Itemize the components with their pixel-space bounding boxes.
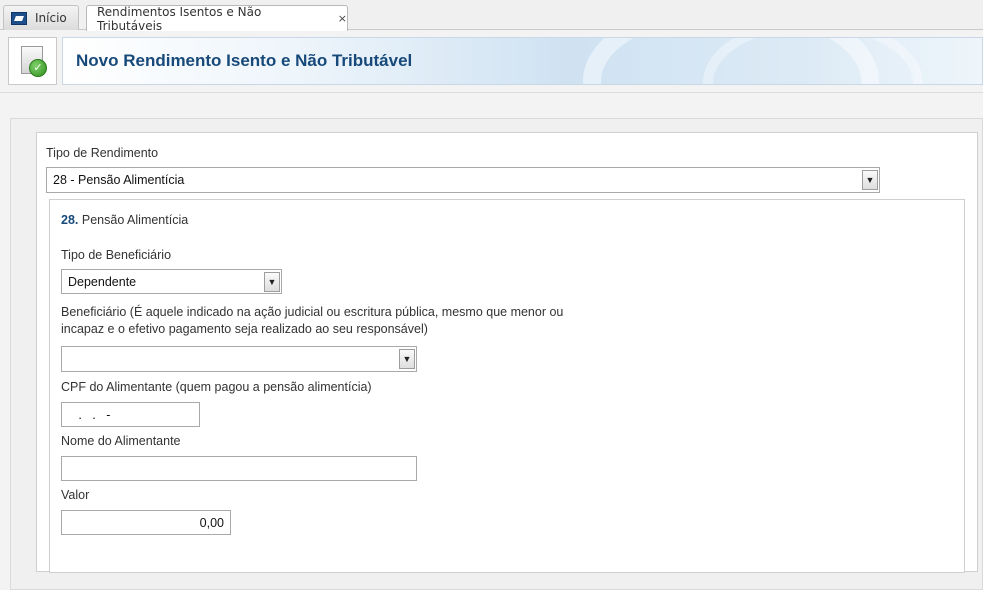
- nome-alimentante-input[interactable]: [61, 456, 417, 481]
- valor-input[interactable]: [61, 510, 231, 535]
- tipo-rendimento-value: 28 - Pensão Alimentícia: [53, 173, 185, 187]
- beneficiario-label-line1: Beneficiário (É aquele indicado na ação …: [61, 305, 564, 319]
- pensao-alimenticia-section: 28. Pensão Alimentícia Tipo de Beneficiá…: [49, 199, 965, 573]
- valor-label: Valor: [61, 488, 90, 502]
- chevron-down-icon[interactable]: ▼: [399, 349, 415, 369]
- tab-bar: Início Rendimentos Isentos e Não Tributá…: [0, 0, 983, 33]
- nome-alimentante-label: Nome do Alimentante: [61, 434, 181, 448]
- section-heading-wrap: 28. Pensão Alimentícia: [61, 213, 188, 227]
- tipo-beneficiario-label: Tipo de Beneficiário: [61, 248, 172, 262]
- header-divider: [0, 92, 983, 93]
- beneficiario-select[interactable]: ▼: [61, 346, 417, 372]
- section-title: Pensão Alimentícia: [81, 213, 189, 227]
- form-container: Tipo de Rendimento 28 - Pensão Alimentíc…: [10, 118, 983, 590]
- tab-active-label: Rendimentos Isentos e Não Tributáveis: [97, 4, 262, 33]
- chevron-down-icon[interactable]: ▼: [264, 272, 280, 292]
- page-title: Novo Rendimento Isento e Não Tributável: [76, 51, 413, 70]
- header-icon-box: ✓: [8, 37, 57, 85]
- close-tab-icon[interactable]: ×: [338, 12, 347, 25]
- tipo-beneficiario-value: Dependente: [68, 274, 137, 289]
- tipo-rendimento-select[interactable]: 28 - Pensão Alimentícia ▼: [46, 167, 880, 193]
- check-icon: ✓: [29, 59, 47, 77]
- receita-home-icon: [11, 11, 27, 25]
- header-banner: Novo Rendimento Isento e Não Tributável: [62, 37, 983, 85]
- tab-home-label: Início: [35, 11, 67, 25]
- section-number: 28.: [61, 213, 79, 227]
- form-panel: Tipo de Rendimento 28 - Pensão Alimentíc…: [36, 132, 978, 573]
- tipo-rendimento-label: Tipo de Rendimento: [46, 146, 159, 160]
- tab-home[interactable]: Início: [3, 5, 79, 30]
- tab-rendimentos-isentos[interactable]: Rendimentos Isentos e Não Tributáveis ×: [86, 4, 348, 33]
- cpf-label: CPF do Alimentante (quem pagou a pensão …: [61, 380, 372, 394]
- beneficiario-label: Beneficiário (É aquele indicado na ação …: [61, 304, 563, 338]
- beneficiario-label-line2: incapaz e o efetivo pagamento seja reali…: [61, 322, 428, 336]
- cpf-input[interactable]: [61, 402, 200, 427]
- tipo-beneficiario-select[interactable]: Dependente ▼: [61, 269, 282, 294]
- chevron-down-icon[interactable]: ▼: [862, 170, 878, 190]
